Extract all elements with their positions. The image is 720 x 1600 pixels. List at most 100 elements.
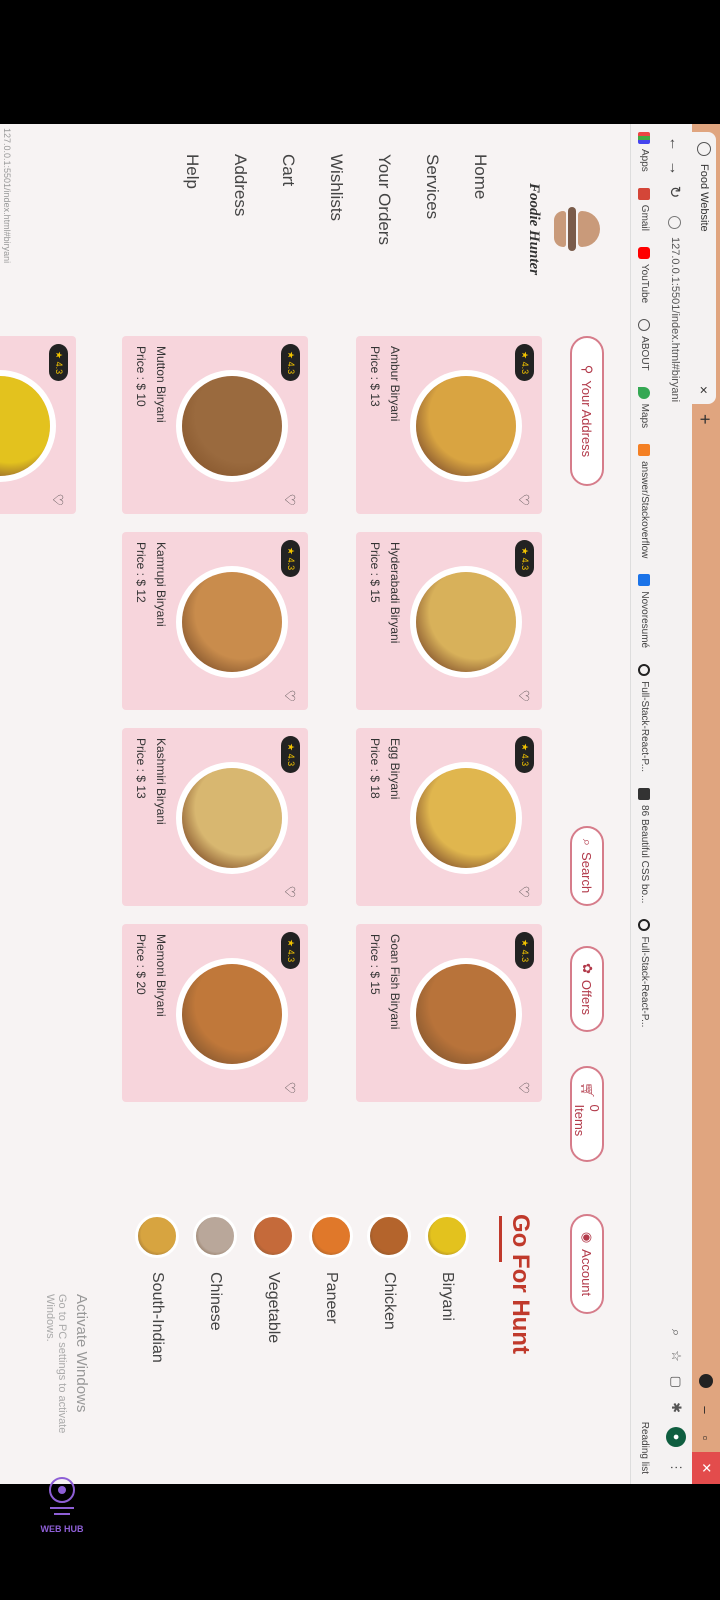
category-item[interactable]: Chicken (366, 1214, 412, 1363)
address-button[interactable]: ⚲ Your Address (570, 336, 604, 486)
food-card[interactable]: ★ 4.3 ♡ Egg Biryani Price : $ 18 (356, 728, 542, 906)
forward-icon[interactable]: → (667, 156, 684, 180)
nav-services[interactable]: Services (422, 154, 442, 245)
food-card[interactable]: ★ 4.3 ♡ Memoni Biryani Price : $ 20 (122, 924, 308, 1102)
extensions-icon[interactable]: ▢ (668, 1376, 684, 1388)
category-thumb (425, 1214, 469, 1258)
bookmark-maps[interactable]: Maps (638, 386, 651, 428)
food-price: Price : $ 10 (134, 346, 148, 407)
food-price: Price : $ 20 (134, 934, 148, 995)
cart-button[interactable]: 🛒︎ 0 Items (570, 1066, 604, 1162)
category-name: Chicken (381, 1272, 398, 1330)
puzzle-icon[interactable]: ✱ (668, 1402, 684, 1413)
nav-your-orders[interactable]: Your Orders (374, 154, 394, 245)
heart-icon[interactable]: ♡ (515, 493, 532, 506)
heart-icon[interactable]: ♡ (49, 493, 66, 506)
food-card[interactable]: ★ 4.3 ♡ Kamrupi Biryani Price : $ 12 (122, 532, 308, 710)
minimize-button[interactable]: – (699, 1396, 714, 1424)
heart-icon[interactable]: ♡ (281, 1081, 298, 1094)
nav-cart[interactable]: Cart (278, 154, 298, 245)
food-image (182, 376, 282, 476)
heart-icon[interactable]: ♡ (281, 689, 298, 702)
heart-icon[interactable]: ♡ (515, 1081, 532, 1094)
sidebar: Foodie Hunter Home Services Your Orders … (0, 124, 630, 324)
food-image (416, 964, 516, 1064)
cart-count-label: 0 Items (572, 1104, 602, 1137)
food-name: Mutton Biryani (154, 346, 168, 423)
watermark-text: WEB HUB (41, 1524, 84, 1534)
food-card[interactable]: ★ 4.3 ♡ Hyderabadi Biryani Price : $ 15 (356, 532, 542, 710)
search-button[interactable]: ⌕ Search (570, 826, 604, 906)
bookmark-apps[interactable]: Apps (638, 132, 651, 172)
food-name: Memoni Biryani (154, 934, 168, 1017)
food-card[interactable]: ★ 4.3 ♡ (0, 336, 76, 514)
rating-badge: ★ 4.3 (515, 736, 534, 774)
category-item[interactable]: South-Indian (134, 1214, 180, 1363)
category-list: Biryani Chicken Paneer Vegetable Chinese… (122, 1214, 470, 1363)
menu-icon[interactable]: ⋮ (668, 1461, 684, 1474)
bookmark-icon (638, 788, 651, 801)
apps-icon (638, 132, 651, 144)
bookmark-gmail[interactable]: Gmail (638, 187, 651, 231)
food-image (182, 572, 282, 672)
back-icon[interactable]: ← (667, 132, 684, 156)
category-panel: ◉ Account Go For Hunt Biryani Chicken Pan… (0, 1214, 630, 1484)
category-name: Chinese (207, 1272, 224, 1331)
nav-home[interactable]: Home (470, 154, 490, 245)
reload-icon[interactable]: ↻ (666, 180, 684, 204)
heart-icon[interactable]: ♡ (515, 885, 532, 898)
bookmark-github-1[interactable]: Full-Stack-React-P... (638, 664, 651, 772)
close-tab-icon[interactable]: × (696, 386, 712, 394)
category-item[interactable]: Vegetable (250, 1214, 296, 1363)
food-card[interactable]: ★ 4.3 ♡ Kashmiri Biryani Price : $ 13 (122, 728, 308, 906)
bookmark-css[interactable]: 86 Beautiful CSS bo... (638, 788, 651, 903)
maximize-button[interactable]: ▫ (699, 1424, 714, 1452)
profile-avatar[interactable]: ● (666, 1427, 686, 1447)
location-icon: ⚲ (580, 364, 595, 375)
info-icon (668, 216, 682, 229)
food-card[interactable]: ★ 4.3 ♡ Ambur Biryani Price : $ 13 (356, 336, 542, 514)
category-item[interactable]: Paneer (308, 1214, 354, 1363)
zoom-icon[interactable]: ⌕ (668, 1329, 684, 1336)
category-thumb (309, 1214, 353, 1258)
url-field[interactable]: 127.0.0.1:5501/index.html#biryani (668, 216, 682, 403)
close-window-button[interactable]: ✕ (692, 1452, 720, 1484)
food-price: Price : $ 12 (134, 542, 148, 603)
browser-tab[interactable]: Food Website × (692, 132, 716, 404)
bookmark-novoresume[interactable]: Novoresumé (638, 574, 651, 648)
food-name: Egg Biryani (388, 738, 402, 800)
brand-logo[interactable]: Foodie Hunter (525, 164, 600, 294)
offers-label: Offers (579, 979, 595, 1016)
new-tab-button[interactable]: + (694, 414, 715, 425)
category-item[interactable]: Biryani (424, 1214, 470, 1363)
food-image (0, 376, 50, 476)
food-card[interactable]: ★ 4.3 ♡ Goan Fish Biryani Price : $ 15 (356, 924, 542, 1102)
nav-address[interactable]: Address (230, 154, 250, 245)
tab-title: Food Website (698, 164, 710, 232)
url-text: 127.0.0.1:5501/index.html#biryani (669, 237, 681, 403)
bookmark-youtube[interactable]: YouTube (638, 246, 651, 303)
food-image (416, 376, 516, 476)
star-icon[interactable]: ☆ (668, 1350, 684, 1362)
bookmark-about[interactable]: ABOUT (638, 319, 651, 371)
bookmark-github-2[interactable]: Full-Stack-React-P... (638, 919, 651, 1027)
search-icon: ⌕ (580, 838, 595, 847)
category-name: Vegetable (265, 1272, 282, 1344)
activate-windows-subtitle: Go to PC settings to activate Windows. (44, 1294, 68, 1434)
globe-icon (697, 142, 711, 156)
nav-wishlists[interactable]: Wishlists (326, 154, 346, 245)
category-item[interactable]: Chinese (192, 1214, 238, 1363)
food-card[interactable]: ★ 4.3 ♡ Mutton Biryani Price : $ 10 (122, 336, 308, 514)
nav-help[interactable]: Help (182, 154, 202, 245)
account-button[interactable]: ◉ Account (570, 1214, 604, 1314)
offers-button[interactable]: ✿ Offers (570, 946, 604, 1032)
reading-list[interactable]: Reading list (639, 1422, 650, 1474)
heart-icon[interactable]: ♡ (515, 689, 532, 702)
heart-icon[interactable]: ♡ (281, 885, 298, 898)
stackoverflow-icon (638, 444, 651, 457)
heart-icon[interactable]: ♡ (281, 493, 298, 506)
bookmark-stackoverflow[interactable]: answer/Stackoverflow (638, 444, 651, 558)
food-image (416, 572, 516, 672)
maps-icon (638, 386, 651, 399)
rating-badge: ★ 4.3 (515, 540, 534, 578)
